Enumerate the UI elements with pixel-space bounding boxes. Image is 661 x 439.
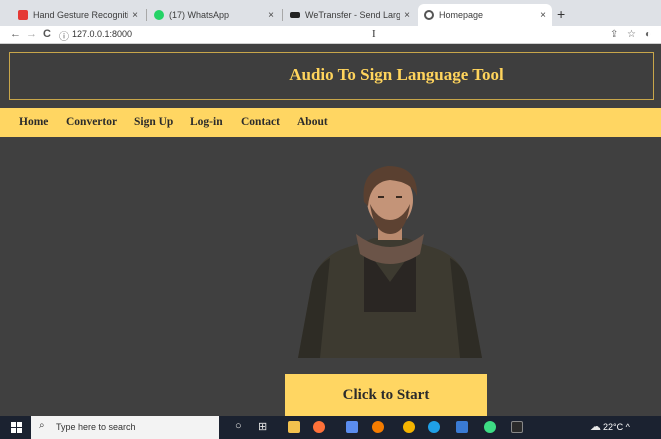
globe-icon [424,10,434,20]
windows-icon[interactable] [11,422,22,433]
taskbar-search[interactable]: ⌕ Type here to search [31,416,219,439]
address-bar: ← → C ⓘ 127.0.0.1:8000 I ⇪ ☆ ◐ [0,26,661,44]
page-content: Audio To Sign Language Tool Home Convert… [0,44,661,416]
nav-log-in[interactable]: Log-in [190,116,223,128]
close-icon[interactable]: × [268,10,274,21]
sign-avatar-image [298,166,482,358]
weather-icon: ☁ [590,421,601,433]
profile-icon[interactable]: ◐ [645,29,651,40]
site-title: Audio To Sign Language Tool [289,65,504,84]
nav-convertor[interactable]: Convertor [66,116,117,128]
nav-contact[interactable]: Contact [241,116,280,128]
file-explorer-icon[interactable] [288,421,300,433]
tab-separator [282,9,283,21]
search-app-icon[interactable] [372,421,384,433]
task-view-icon[interactable]: ⊞ [258,420,267,433]
nav-home[interactable]: Home [19,116,48,128]
star-icon[interactable]: ☆ [627,29,636,40]
browser-tab-strip: Hand Gesture Recognition using × (17) Wh… [0,0,661,26]
share-icon[interactable]: ⇪ [610,29,618,40]
whatsapp-icon [154,10,164,20]
info-icon[interactable]: ⓘ [59,28,69,43]
forward-icon[interactable]: → [26,28,37,40]
nav-sign-up[interactable]: Sign Up [134,116,173,128]
calendar-icon[interactable] [346,421,358,433]
firefox-icon[interactable] [313,421,325,433]
windows-taskbar: ⌕ Type here to search ○ ⊞ ☁ 22°C ^ [0,416,661,439]
terminal-icon[interactable] [511,421,523,433]
close-icon[interactable]: × [404,10,410,21]
url-field[interactable]: 127.0.0.1:8000 [72,29,132,39]
tab-homepage[interactable]: Homepage × [418,4,552,26]
tab-wetransfer[interactable]: WeTransfer - Send Large Files & × [284,4,416,26]
cortana-icon[interactable]: ○ [235,420,242,432]
tab-whatsapp[interactable]: (17) WhatsApp × [148,4,280,26]
reload-icon[interactable]: C [43,28,51,40]
tab-title: Hand Gesture Recognition using [33,10,128,20]
chrome-icon[interactable] [403,421,415,433]
site-navbar: Home Convertor Sign Up Log-in Contact Ab… [0,108,661,137]
back-icon[interactable]: ← [10,28,21,40]
tab-hand-gesture[interactable]: Hand Gesture Recognition using × [12,4,144,26]
nav-about[interactable]: About [297,116,328,128]
edge-icon[interactable] [428,421,440,433]
text-cursor-icon: I [372,28,376,40]
start-button[interactable]: Click to Start [285,374,487,416]
search-input[interactable]: Type here to search [56,422,136,432]
weather-status[interactable]: 22°C ^ [603,422,630,432]
tab-title: WeTransfer - Send Large Files & [305,10,401,20]
android-studio-icon[interactable] [484,421,496,433]
tab-separator [146,9,147,21]
close-icon[interactable]: × [540,10,546,21]
store-icon[interactable] [456,421,468,433]
tab-title: (17) WhatsApp [169,10,230,20]
site-header: Audio To Sign Language Tool [9,52,654,100]
youtube-icon [18,10,28,20]
close-icon[interactable]: × [132,10,138,21]
new-tab-button[interactable]: + [557,6,565,22]
search-icon: ⌕ [39,420,45,431]
wetransfer-icon [290,12,300,18]
tab-title: Homepage [439,10,484,20]
